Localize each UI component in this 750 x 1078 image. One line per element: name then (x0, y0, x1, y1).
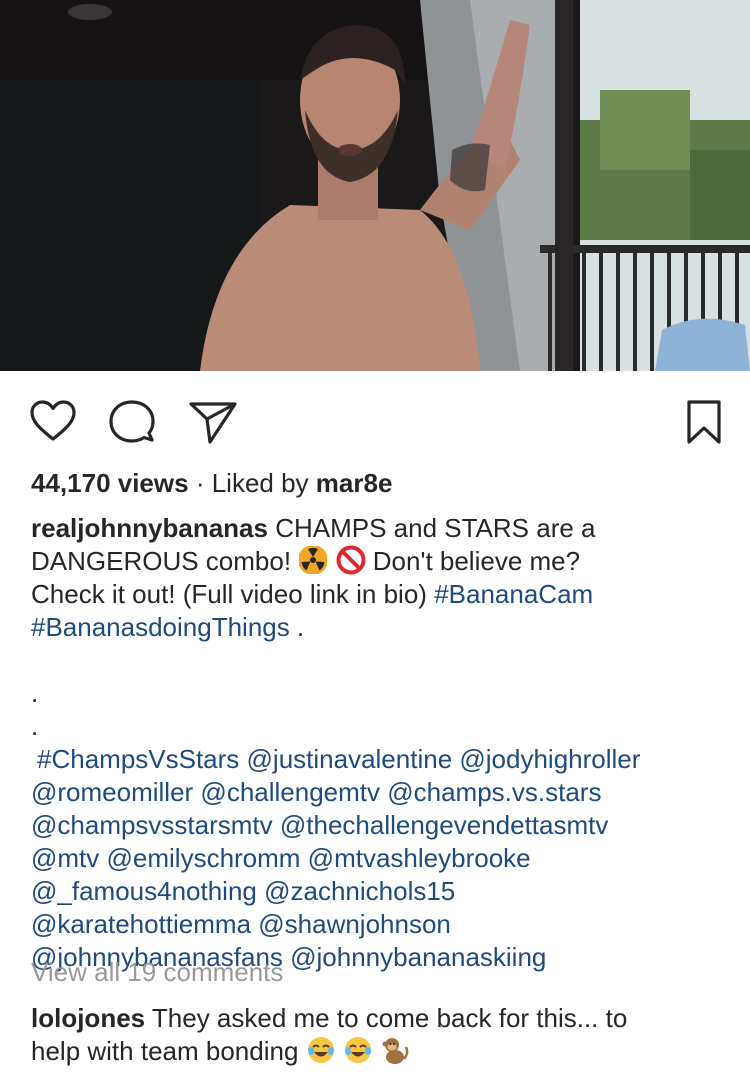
paper-plane-icon (189, 402, 237, 444)
tears-of-joy-emoji-icon (344, 1037, 371, 1063)
caption-username[interactable]: realjohnnybananas (31, 513, 268, 543)
like-button[interactable] (29, 399, 77, 443)
bookmark-icon (687, 400, 721, 444)
caption-line-1: realjohnnybananas CHAMPS and STARS are a (31, 512, 731, 545)
heart-icon (30, 400, 76, 441)
caption-text-1: CHAMPS and STARS are a (275, 513, 596, 543)
hashtag-bananacam[interactable]: #BananaCam (434, 579, 593, 609)
caption-line-3: Check it out! (Full video link in bio) #… (31, 578, 731, 611)
post-caption: realjohnnybananas CHAMPS and STARS are a… (31, 512, 731, 974)
comment-item: lolojones They asked me to come back for… (31, 1002, 731, 1068)
tears-of-joy-emoji-icon (307, 1037, 334, 1063)
monkey-emoji-icon (382, 1038, 409, 1064)
caption-text-3: Check it out! (Full video link in bio) (31, 579, 427, 609)
video-frame-image (0, 0, 750, 371)
caption-line-4: #BananasdoingThings . (31, 611, 731, 644)
prohibited-emoji-icon (336, 545, 366, 575)
views-count[interactable]: 44,170 views (31, 468, 189, 498)
views-and-likes: 44,170 views · Liked by mar8e (31, 466, 392, 500)
radioactive-emoji-icon (299, 546, 328, 574)
caption-line-2: DANGEROUS combo! Don't believe me? (31, 545, 731, 578)
comment-line-1: lolojones They asked me to come back for… (31, 1002, 731, 1035)
separator-dot: · (195, 468, 205, 498)
caption-spacer (31, 644, 731, 677)
caption-text-2: DANGEROUS combo! (31, 546, 292, 576)
save-button[interactable] (686, 399, 722, 445)
comment-text-1: They asked me to come back for this... t… (151, 1003, 628, 1033)
liked-by-prefix: Liked by (211, 468, 309, 498)
caption-tags-line-2[interactable]: @romeomiller @challengemtv @champs.vs.st… (31, 776, 731, 809)
caption-dot-line-2: . (31, 711, 39, 741)
comment-username[interactable]: lolojones (31, 1003, 145, 1033)
caption-tags-line-5[interactable]: @_famous4nothing @zachnichols15 (31, 875, 731, 908)
caption-tags-line-4[interactable]: @mtv @emilyschromm @mtvashleybrooke (31, 842, 731, 875)
caption-tags-line-3[interactable]: @champsvsstarsmtv @thechallengevendettas… (31, 809, 731, 842)
comment-text-2: help with team bonding (31, 1036, 299, 1066)
post-action-bar (0, 371, 750, 471)
view-all-comments-link[interactable]: View all 19 comments (31, 955, 283, 989)
caption-tags-line-1[interactable]: #ChampsVsStars @justinavalentine @jodyhi… (31, 743, 731, 776)
liked-by-user[interactable]: mar8e (316, 468, 393, 498)
caption-tags-line-6[interactable]: @karatehottiemma @shawnjohnson (31, 908, 731, 941)
comment-line-2: help with team bonding (31, 1035, 731, 1068)
caption-text-2b: Don't believe me? (372, 546, 581, 576)
comment-button[interactable] (108, 399, 156, 445)
post-video[interactable] (0, 0, 750, 371)
hashtag-bananasdoingthings[interactable]: #BananasdoingThings (31, 612, 290, 642)
share-button[interactable] (188, 401, 238, 445)
caption-period: . (297, 612, 305, 642)
comment-bubble-icon (109, 400, 155, 443)
caption-dot-line-1: . (31, 678, 39, 708)
